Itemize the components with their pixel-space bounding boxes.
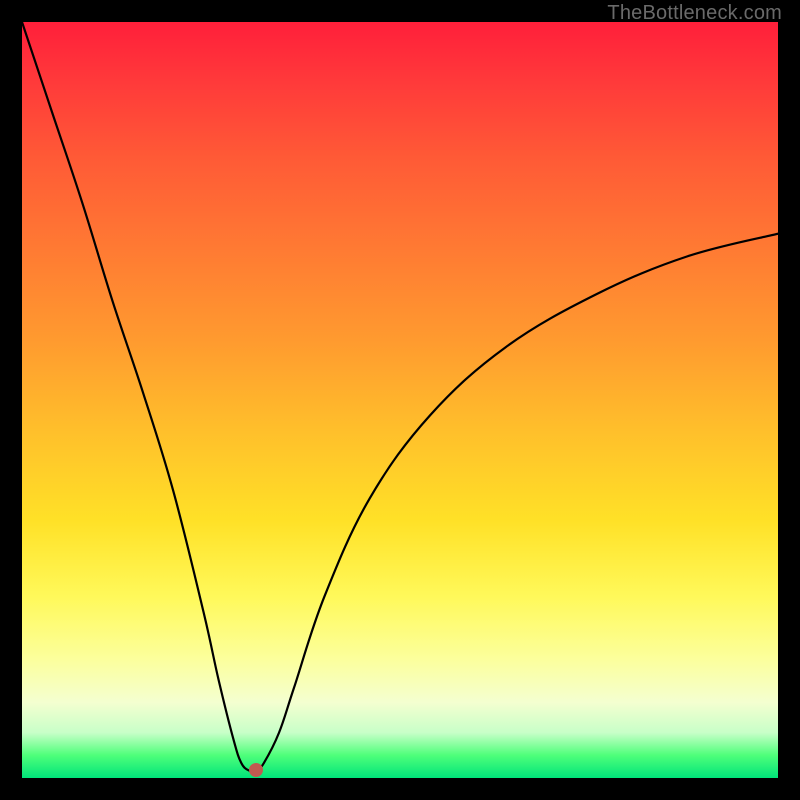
bottleneck-curve bbox=[22, 22, 778, 778]
plot-area bbox=[22, 22, 778, 778]
chart-frame: TheBottleneck.com bbox=[0, 0, 800, 800]
optimal-point-marker bbox=[249, 763, 263, 777]
